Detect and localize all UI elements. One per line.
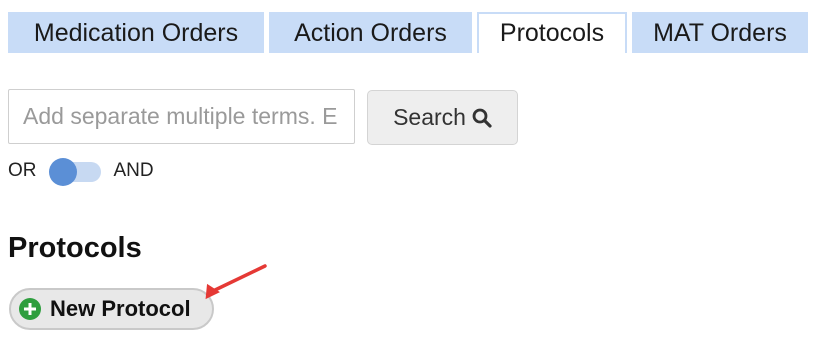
search-button[interactable]: Search (367, 90, 518, 145)
or-and-toggle-row: OR AND (8, 157, 154, 186)
toggle-knob[interactable] (48, 158, 77, 186)
tab-protocols[interactable]: Protocols (477, 12, 627, 53)
search-icon (472, 108, 492, 128)
protocols-page: Medication Orders Action Orders Protocol… (0, 0, 827, 338)
toggle-and-label: AND (113, 160, 154, 181)
toggle-or-label: OR (8, 160, 37, 181)
order-tabs: Medication Orders Action Orders Protocol… (8, 12, 827, 53)
tab-mat-orders[interactable]: MAT Orders (632, 12, 808, 53)
plus-circle-icon (19, 298, 41, 320)
new-protocol-button[interactable]: New Protocol (9, 288, 214, 330)
new-protocol-button-label: New Protocol (50, 296, 191, 321)
section-title: Protocols (8, 232, 142, 264)
search-input[interactable] (8, 89, 355, 144)
tab-action-orders[interactable]: Action Orders (269, 12, 472, 53)
or-and-toggle[interactable] (48, 158, 101, 186)
search-button-label: Search (393, 104, 466, 130)
tab-medication-orders[interactable]: Medication Orders (8, 12, 264, 53)
red-arrow-icon (205, 264, 267, 300)
